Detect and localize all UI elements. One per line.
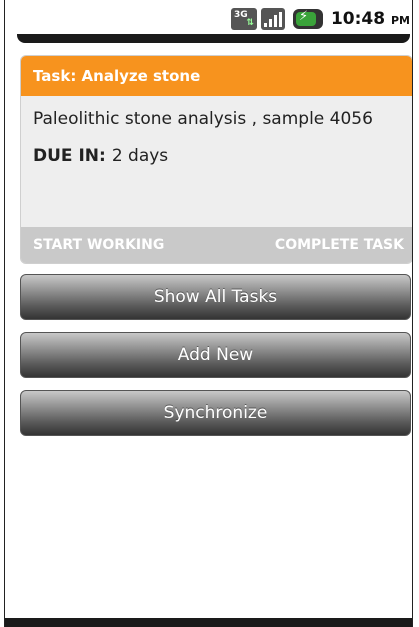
battery-charging-icon xyxy=(292,9,323,29)
complete-task-button[interactable]: COMPLETE TASK xyxy=(275,237,404,253)
status-icons: 3G ⇅ 10:48 PM xyxy=(230,6,410,32)
task-due: DUE IN: 2 days xyxy=(21,131,412,166)
task-card: Task: Analyze stone Paleolithic stone an… xyxy=(20,55,412,264)
top-divider xyxy=(17,34,410,43)
task-description: Paleolithic stone analysis , sample 4056 xyxy=(33,109,373,129)
clock: 10:48 PM xyxy=(331,9,410,29)
due-value: 2 days xyxy=(111,146,169,166)
bottom-bar xyxy=(5,618,412,627)
network-3g-icon: 3G ⇅ xyxy=(230,8,257,30)
start-working-button[interactable]: START WORKING xyxy=(33,237,164,253)
signal-strength-icon xyxy=(260,8,285,30)
status-bar: 3G ⇅ 10:48 PM xyxy=(5,0,412,38)
clock-ampm: PM xyxy=(390,14,410,27)
due-label: DUE IN: xyxy=(33,146,106,166)
task-actions: START WORKING COMPLETE TASK xyxy=(21,227,412,263)
app-screen: 3G ⇅ 10:48 PM Task: Analyze stone Paleol… xyxy=(4,0,413,627)
synchronize-button[interactable]: Synchronize xyxy=(20,390,411,436)
add-new-button[interactable]: Add New xyxy=(20,332,411,378)
show-all-tasks-button[interactable]: Show All Tasks xyxy=(20,274,411,320)
clock-time: 10:48 xyxy=(330,9,386,29)
task-title: Task: Analyze stone xyxy=(21,56,412,96)
